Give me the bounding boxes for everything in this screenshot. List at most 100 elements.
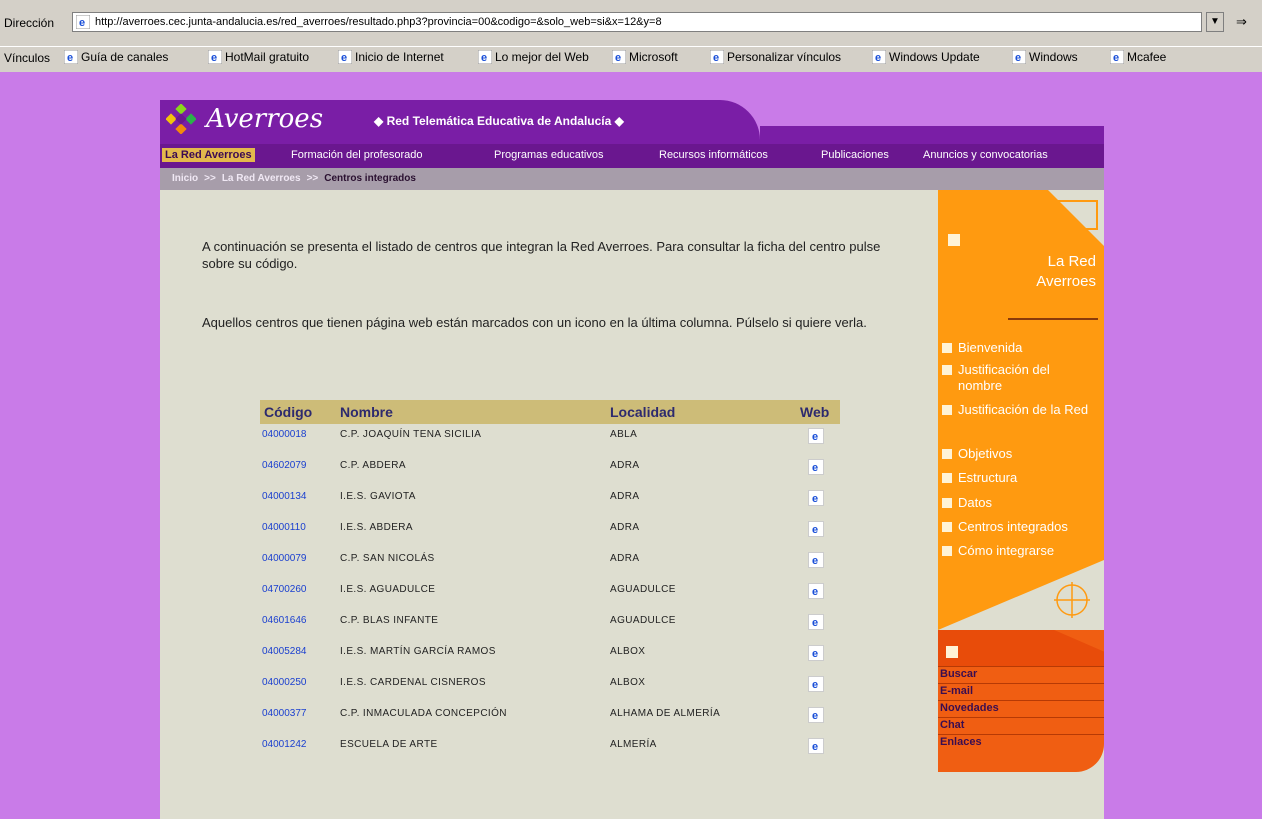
link-inicio-internet[interactable]: e Inicio de Internet (338, 50, 444, 64)
center-name: I.E.S. ABDERA (340, 522, 414, 533)
center-name: ESCUELA DE ARTE (340, 739, 438, 750)
table-row: 04000018 C.P. JOAQUÍN TENA SICILIA ABLA e (260, 424, 840, 455)
sidebar-link-enlaces[interactable]: Enlaces (938, 734, 1104, 751)
sidebar-links-header (938, 630, 1104, 666)
link-mcafee[interactable]: e Mcafee (1110, 50, 1166, 64)
sidebar-item-justificacion-nombre[interactable]: Justificación del nombre (942, 362, 1102, 394)
center-code-link[interactable]: 04000377 (262, 708, 307, 719)
table-row: 04000134 I.E.S. GAVIOTA ADRA e (260, 486, 840, 517)
address-url: http://averroes.cec.junta-andalucia.es/r… (95, 16, 662, 28)
bullet-icon (942, 343, 952, 353)
svg-text:e: e (812, 586, 818, 598)
center-code-link[interactable]: 04001242 (262, 739, 307, 750)
web-link-icon[interactable]: e (808, 676, 824, 692)
web-link-icon[interactable]: e (808, 583, 824, 599)
sidebar-item-bienvenida[interactable]: Bienvenida (942, 340, 1102, 356)
web-link-icon[interactable]: e (808, 645, 824, 661)
sidebar-link-email[interactable]: E-mail (938, 683, 1104, 700)
link-personalizar[interactable]: e Personalizar vínculos (710, 50, 841, 64)
svg-text:e: e (812, 493, 818, 505)
sidebar-item-como-integrarse[interactable]: Cómo integrarse (942, 543, 1102, 559)
address-dropdown-button[interactable]: ▼ (1206, 12, 1224, 32)
web-link-icon[interactable]: e (808, 707, 824, 723)
nav-formacion-profesorado[interactable]: Formación del profesorado (288, 148, 425, 162)
nav-publicaciones[interactable]: Publicaciones (818, 148, 892, 162)
breadcrumb-separator: >> (204, 173, 216, 184)
go-icon[interactable]: ⇒ (1236, 14, 1247, 30)
center-locality: ALBOX (610, 677, 646, 688)
bullet-icon (942, 546, 952, 556)
main-content: A continuación se presenta el listado de… (160, 190, 940, 819)
header-extension (760, 126, 1104, 144)
center-code-link[interactable]: 04005284 (262, 646, 307, 657)
svg-text:e: e (481, 52, 487, 64)
link-microsoft[interactable]: e Microsoft (612, 50, 678, 64)
ie-link-icon: e (478, 50, 492, 64)
ie-link-icon: e (612, 50, 626, 64)
center-locality: AGUADULCE (610, 615, 676, 626)
svg-text:e: e (812, 555, 818, 567)
svg-text:e: e (812, 710, 818, 722)
web-link-icon[interactable]: e (808, 614, 824, 630)
sidebar-item-estructura[interactable]: Estructura (942, 470, 1102, 486)
table-row: 04700260 I.E.S. AGUADULCE AGUADULCE e (260, 579, 840, 610)
svg-text:e: e (812, 524, 818, 536)
center-locality: ADRA (610, 491, 640, 502)
link-guia-canales[interactable]: e Guía de canales (64, 50, 168, 64)
table-row: 04000079 C.P. SAN NICOLÁS ADRA e (260, 548, 840, 579)
table-row: 04001242 ESCUELA DE ARTE ALMERÍA e (260, 734, 840, 765)
svg-text:e: e (812, 617, 818, 629)
link-windows[interactable]: e Windows (1012, 50, 1078, 64)
center-code-link[interactable]: 04602079 (262, 460, 307, 471)
web-link-icon[interactable]: e (808, 428, 824, 444)
site-logo[interactable]: Averroes (206, 104, 323, 134)
bullet-icon (942, 522, 952, 532)
address-bar-row: Dirección e http://averroes.cec.junta-an… (0, 10, 1262, 38)
sidebar: La Red Averroes Bienvenida Justificación… (938, 190, 1104, 772)
link-hotmail[interactable]: e HotMail gratuito (208, 50, 309, 64)
center-code-link[interactable]: 04000250 (262, 677, 307, 688)
center-name: C.P. BLAS INFANTE (340, 615, 439, 626)
center-code-link[interactable]: 04700260 (262, 584, 307, 595)
ie-link-icon: e (1012, 50, 1026, 64)
ie-link-icon: e (1110, 50, 1124, 64)
sidebar-link-novedades[interactable]: Novedades (938, 700, 1104, 717)
center-code-link[interactable]: 04601646 (262, 615, 307, 626)
nav-la-red-averroes[interactable]: La Red Averroes (162, 148, 255, 162)
sidebar-item-justificacion-red[interactable]: Justificación de la Red (942, 402, 1102, 434)
center-code-link[interactable]: 04000079 (262, 553, 307, 564)
web-link-icon[interactable]: e (808, 521, 824, 537)
nav-recursos-informaticos[interactable]: Recursos informáticos (656, 148, 771, 162)
center-code-link[interactable]: 04000018 (262, 429, 307, 440)
center-name: C.P. INMACULADA CONCEPCIÓN (340, 708, 507, 719)
breadcrumb-la-red-averroes[interactable]: La Red Averroes (222, 173, 301, 184)
breadcrumb-inicio[interactable]: Inicio (172, 173, 198, 184)
sidebar-item-datos[interactable]: Datos (942, 495, 1102, 511)
sidebar-link-buscar[interactable]: Buscar (938, 666, 1104, 683)
nav-programas-educativos[interactable]: Programas educativos (491, 148, 606, 162)
site-header: Averroes ◆ Red Telemática Educativa de A… (160, 100, 760, 144)
svg-text:e: e (1113, 52, 1119, 64)
link-windows-update[interactable]: e Windows Update (872, 50, 980, 64)
header-localidad: Localidad (610, 404, 676, 420)
web-link-icon[interactable]: e (808, 459, 824, 475)
web-link-icon[interactable]: e (808, 552, 824, 568)
web-link-icon[interactable]: e (808, 490, 824, 506)
address-input[interactable]: e http://averroes.cec.junta-andalucia.es… (72, 12, 1202, 32)
sidebar-item-objetivos[interactable]: Objetivos (942, 446, 1102, 462)
nav-anuncios-convocatorias[interactable]: Anuncios y convocatorias (920, 148, 1051, 162)
center-locality: ABLA (610, 429, 638, 440)
link-mejor-web[interactable]: e Lo mejor del Web (478, 50, 589, 64)
center-code-link[interactable]: 04000134 (262, 491, 307, 502)
center-code-link[interactable]: 04000110 (262, 522, 306, 533)
web-link-icon[interactable]: e (808, 738, 824, 754)
breadcrumb-separator: >> (306, 173, 319, 184)
svg-text:e: e (211, 52, 217, 64)
svg-text:e: e (875, 52, 881, 64)
browser-chrome: Dirección e http://averroes.cec.junta-an… (0, 0, 1262, 72)
sidebar-link-chat[interactable]: Chat (938, 717, 1104, 734)
sidebar-item-centros-integrados[interactable]: Centros integrados (942, 519, 1102, 535)
ie-link-icon: e (710, 50, 724, 64)
ie-link-icon: e (208, 50, 222, 64)
intro-paragraph-2: Aquellos centros que tienen página web e… (202, 315, 867, 330)
